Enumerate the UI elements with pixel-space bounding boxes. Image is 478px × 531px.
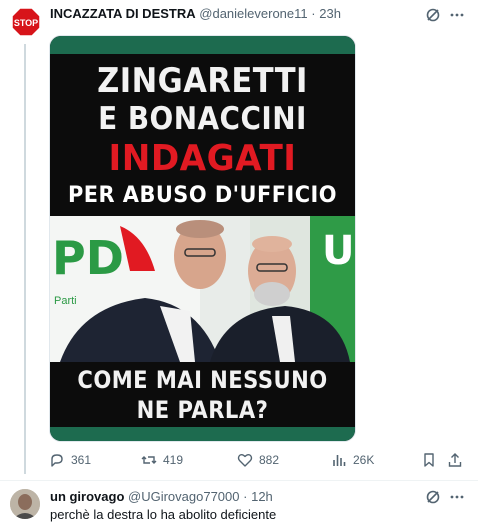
pd-logo-text: PD [52,231,124,285]
reply-icon [51,454,63,467]
reply-author-name[interactable]: un girovago [50,489,124,504]
reply-separator-dot: · [243,489,248,504]
repost-count: 419 [163,453,184,467]
like-button[interactable]: 882 [237,452,279,468]
reply-author-handle[interactable]: @UGirovago77000 [128,489,239,504]
more-icon [450,495,464,499]
headline-line-1: ZINGARETTI [97,61,308,101]
bookmark-icon [424,453,434,467]
author-handle[interactable]: @danieleverone11 [199,6,307,21]
right-logo-text: U [322,228,354,274]
politicians-photo: PD Parti U [50,216,355,362]
grok-icon [426,490,440,504]
headline-line-4: PER ABUSO D'UFFICIO [67,183,338,208]
more-icon [450,13,464,17]
share-icon [448,453,462,467]
reply-more-button[interactable] [448,488,466,506]
reply-avatar[interactable] [10,489,40,519]
heart-icon [237,454,253,467]
views-count: 26K [353,453,375,467]
separator-dot: · [311,6,316,21]
stop-sign-icon: STOP [11,7,41,37]
user-photo-icon [10,489,40,519]
image-bottom-band [50,427,355,441]
share-button[interactable] [447,452,463,468]
headline-line-2: E BONACCINI [98,101,307,137]
post-actions: 361 419 882 26K [49,452,463,472]
more-button[interactable] [448,6,466,24]
like-count: 882 [259,453,280,467]
bookmark-button[interactable] [421,452,437,468]
post-time[interactable]: 23h [319,6,341,21]
pd-logo-small-text: Parti [54,295,77,307]
author-avatar[interactable]: STOP [11,7,41,37]
image-top-band [50,36,355,54]
post-header: INCAZZATA DI DESTRA @danieleverone11 · 2… [50,5,341,23]
thread-line [24,44,26,474]
headline-line-5: COME MAI NESSUNO [77,366,328,394]
reply-text: perchè la destra lo ha abolito deficient… [50,507,277,522]
grok-icon [426,8,440,22]
reply-time[interactable]: 12h [251,489,273,504]
views-icon [333,455,346,466]
reply-header: un girovago @UGirovago77000 · 12h [50,488,273,506]
repost-button[interactable]: 419 [141,452,183,468]
post-image[interactable]: ZINGARETTI E BONACCINI INDAGATI PER ABUS… [49,35,356,442]
reply-button[interactable]: 361 [49,452,91,468]
repost-icon [141,456,157,464]
reply-count: 361 [71,453,92,467]
grok-button[interactable] [424,6,442,24]
headline-line-6: NE PARLA? [136,396,269,424]
headline-line-3: INDAGATI [108,138,297,179]
reply-grok-button[interactable] [424,488,442,506]
avatar-stop-text: STOP [14,18,38,28]
post-divider [0,480,478,481]
author-name[interactable]: INCAZZATA DI DESTRA [50,6,196,21]
views-button[interactable]: 26K [331,452,374,468]
